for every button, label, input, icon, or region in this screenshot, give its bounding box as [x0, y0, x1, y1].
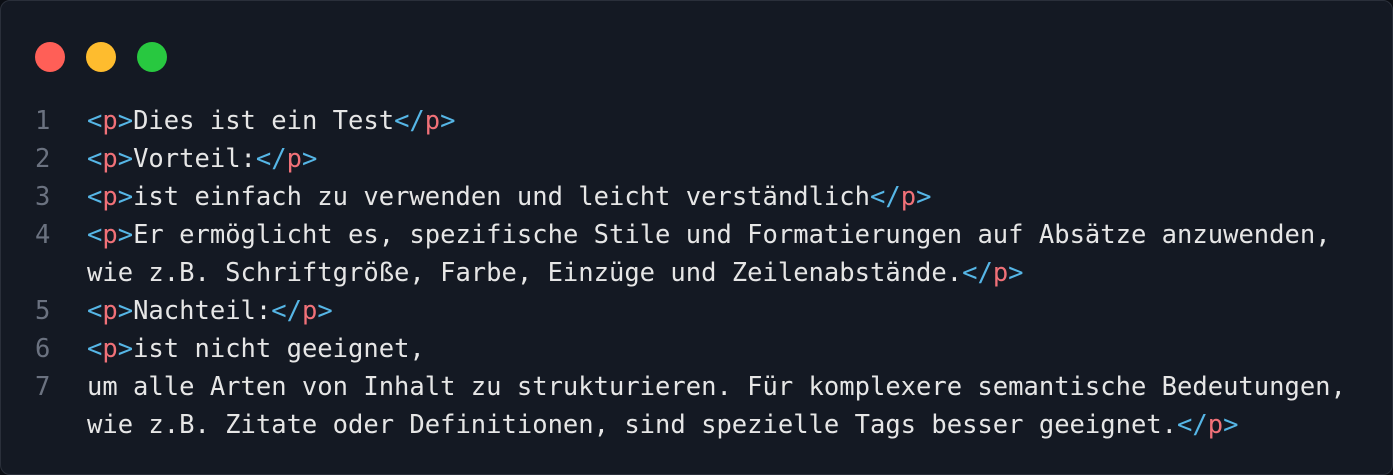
line-number: 2: [35, 144, 51, 174]
code-window: 1 <p>Dies ist ein Test</p> 2 <p>Vorteil:</p…: [0, 0, 1393, 475]
minimize-button[interactable]: [86, 42, 116, 72]
text-content: ist nicht geeignet,: [133, 334, 425, 364]
line-content: um alle Arten von Inhalt zu strukturiere…: [87, 368, 1392, 444]
angle-bracket: <: [87, 144, 103, 174]
visual-line: wie z.B. Schriftgröße, Farbe, Einzüge un…: [87, 254, 1352, 292]
code-line: 5 <p>Nachteil:</p>: [1, 292, 1392, 330]
angle-bracket: </: [962, 258, 993, 288]
tag-name: p: [102, 106, 118, 136]
angle-bracket: <: [87, 296, 103, 326]
window-controls: [35, 42, 167, 72]
tag-name: p: [102, 182, 118, 212]
visual-line: um alle Arten von Inhalt zu strukturiere…: [87, 368, 1352, 406]
maximize-button[interactable]: [137, 42, 167, 72]
text-content: Er ermöglicht es, spezifische Stile und …: [133, 220, 1331, 250]
tag-name: p: [102, 220, 118, 250]
line-content: <p>Dies ist ein Test</p>: [87, 102, 1392, 140]
angle-bracket: >: [301, 144, 318, 174]
line-number: 5: [35, 296, 51, 326]
line-content: <p>Er ermöglicht es, spezifische Stile u…: [87, 216, 1392, 292]
angle-bracket: >: [117, 106, 134, 136]
angle-bracket: >: [1223, 410, 1239, 440]
tag-name: p: [301, 296, 318, 326]
line-number: 6: [35, 334, 51, 364]
line-content: <p>ist einfach zu verwenden und leicht v…: [87, 178, 1392, 216]
code-line: 6 <p>ist nicht geeignet,: [1, 330, 1392, 368]
text-content: Vorteil:: [133, 144, 256, 174]
visual-line: wie z.B. Zitate oder Definitionen, sind …: [87, 406, 1352, 444]
angle-bracket: >: [916, 182, 932, 212]
tag-name: p: [102, 144, 118, 174]
angle-bracket: </: [870, 182, 901, 212]
line-number: 3: [35, 182, 51, 212]
visual-line: <p>Er ermöglicht es, spezifische Stile u…: [87, 216, 1352, 254]
code-line: 1 <p>Dies ist ein Test</p>: [1, 102, 1392, 140]
text-content: wie z.B. Zitate oder Definitionen, sind …: [87, 410, 1178, 440]
angle-bracket: <: [87, 182, 103, 212]
text-content: wie z.B. Schriftgröße, Farbe, Einzüge un…: [87, 258, 963, 288]
text-content: ist einfach zu verwenden und leicht vers…: [133, 182, 870, 212]
line-content: <p>ist nicht geeignet,: [87, 330, 1392, 368]
angle-bracket: <: [87, 106, 103, 136]
angle-bracket: </: [255, 144, 287, 174]
line-number: 7: [35, 372, 51, 402]
angle-bracket: >: [117, 296, 134, 326]
tag-name: p: [102, 334, 118, 364]
angle-bracket: >: [1008, 258, 1024, 288]
angle-bracket: </: [271, 296, 302, 326]
tag-name: p: [992, 258, 1009, 288]
line-number: 4: [35, 220, 51, 250]
code-line: 2 <p>Vorteil:</p>: [1, 140, 1392, 178]
tag-name: p: [1207, 410, 1224, 440]
angle-bracket: <: [87, 220, 103, 250]
angle-bracket: >: [117, 334, 134, 364]
line-content: <p>Nachteil:</p>: [87, 292, 1392, 330]
code-line: 7 um alle Arten von Inhalt zu strukturier…: [1, 368, 1392, 444]
angle-bracket: >: [117, 220, 134, 250]
text-content: um alle Arten von Inhalt zu strukturiere…: [87, 372, 1346, 402]
code-editor[interactable]: 1 <p>Dies ist ein Test</p> 2 <p>Vorteil:</p…: [1, 102, 1392, 444]
visual-line: <p>ist nicht geeignet,: [87, 330, 1352, 368]
text-content: Dies ist ein Test: [133, 106, 395, 136]
text-content: Nachteil:: [133, 296, 272, 326]
tag-name: p: [900, 182, 917, 212]
angle-bracket: >: [117, 182, 134, 212]
angle-bracket: >: [317, 296, 333, 326]
visual-line: <p>Vorteil:</p>: [87, 140, 1352, 178]
angle-bracket: >: [440, 106, 456, 136]
angle-bracket: </: [394, 106, 425, 136]
tag-name: p: [286, 144, 302, 174]
code-line: 3 <p>ist einfach zu verwenden und leicht …: [1, 178, 1392, 216]
line-number: 1: [35, 106, 51, 136]
angle-bracket: </: [1177, 410, 1208, 440]
line-content: <p>Vorteil:</p>: [87, 140, 1392, 178]
code-line: 4 <p>Er ermöglicht es, spezifische Stile …: [1, 216, 1392, 292]
visual-line: <p>Dies ist ein Test</p>: [87, 102, 1352, 140]
tag-name: p: [102, 296, 118, 326]
tag-name: p: [424, 106, 441, 136]
visual-line: <p>Nachteil:</p>: [87, 292, 1352, 330]
visual-line: <p>ist einfach zu verwenden und leicht v…: [87, 178, 1352, 216]
close-button[interactable]: [35, 42, 65, 72]
angle-bracket: >: [117, 144, 134, 174]
angle-bracket: <: [87, 334, 103, 364]
